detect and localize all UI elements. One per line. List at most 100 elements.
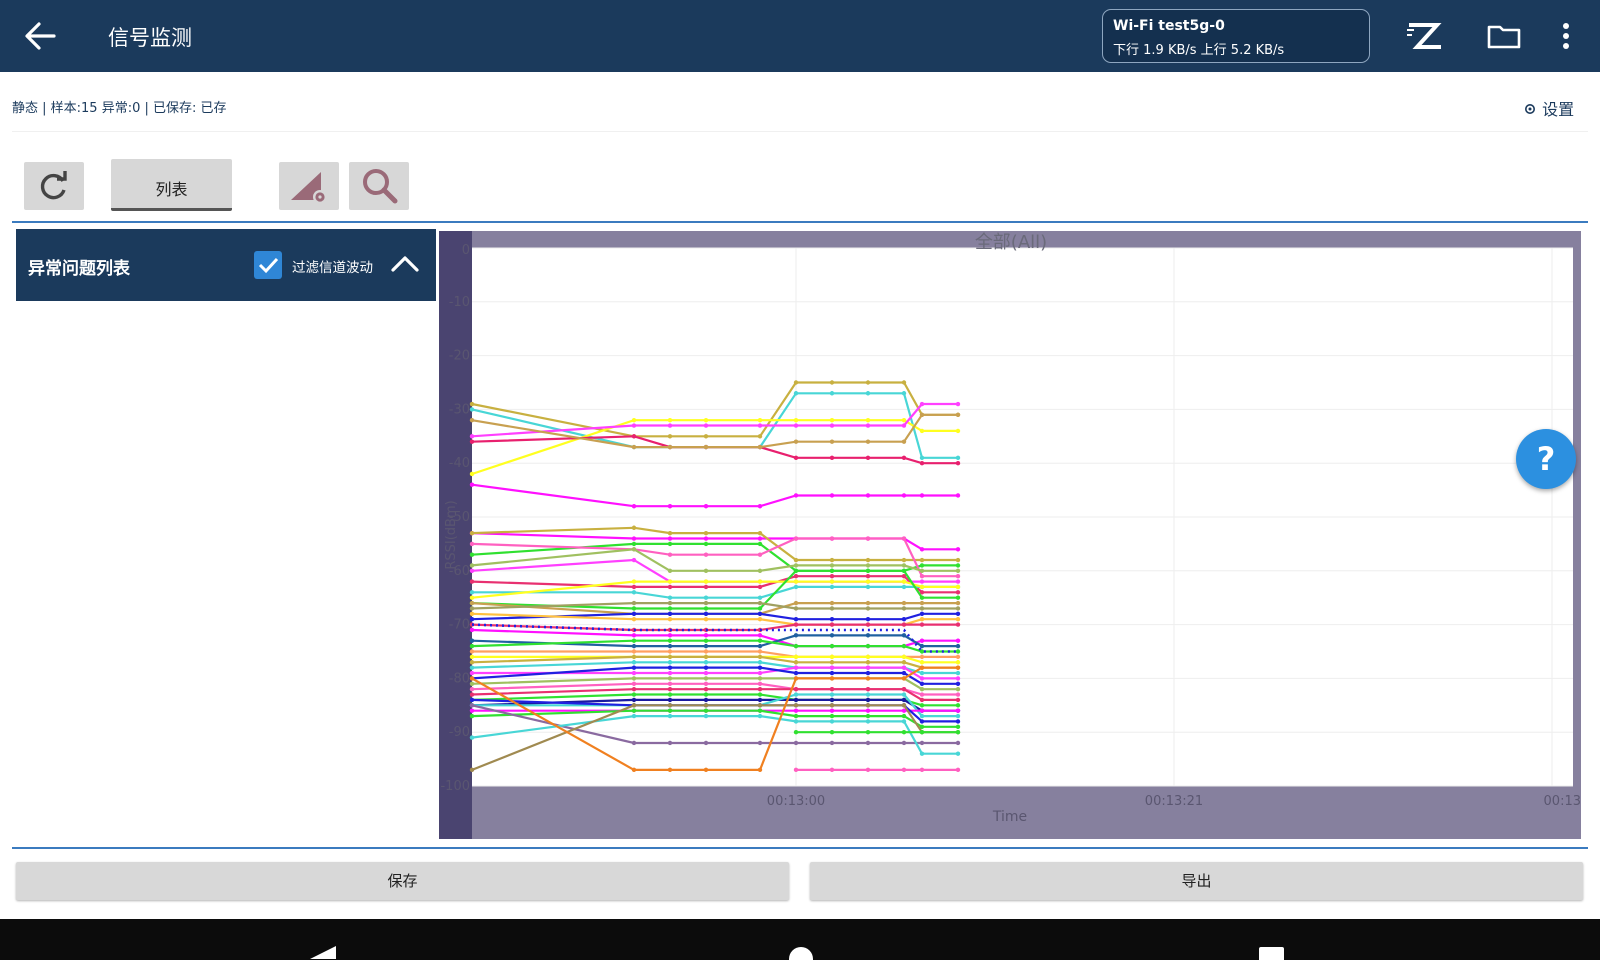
data-point (793, 697, 799, 703)
network-status-box[interactable]: Wi-Fi test5g-0 下行 1.9 KB/s 上行 5.2 KB/s (1102, 9, 1370, 63)
data-point (703, 708, 709, 713)
data-point (865, 665, 871, 670)
data-point (955, 649, 961, 654)
data-point (865, 692, 871, 697)
data-point (703, 703, 709, 708)
data-point (793, 654, 799, 660)
data-point (919, 713, 925, 719)
data-point (865, 670, 871, 676)
data-point (919, 676, 925, 681)
y-tick-label: -80 (449, 671, 470, 686)
data-point (955, 606, 961, 611)
data-point (703, 649, 709, 654)
folder-icon[interactable] (1484, 16, 1524, 56)
rssi-chart[interactable]: 0-10-20-30-40-50-60-70-80-90-10000:13:00… (439, 231, 1581, 839)
save-button[interactable]: 保存 (16, 862, 789, 900)
data-point (901, 740, 907, 746)
data-point (901, 439, 907, 444)
data-point (631, 740, 637, 746)
data-point (757, 670, 763, 676)
data-point (865, 703, 871, 708)
filter-checkbox[interactable] (254, 251, 282, 279)
data-point (865, 423, 871, 428)
list-tab-button[interactable]: 列表 (111, 159, 232, 211)
data-point (469, 713, 475, 719)
data-point (631, 444, 637, 450)
data-point (667, 423, 673, 428)
signal-settings-button[interactable] (279, 162, 339, 210)
help-button[interactable]: ? (1516, 429, 1576, 489)
divider (12, 131, 1588, 132)
data-point (829, 606, 835, 611)
toolbar-divider (12, 221, 1588, 223)
data-point (703, 665, 709, 670)
data-point (793, 713, 799, 719)
data-point (667, 686, 673, 692)
anomaly-list-title: 异常问题列表 (28, 259, 130, 279)
data-point (865, 493, 871, 498)
data-point (469, 692, 475, 697)
bottom-divider (12, 847, 1588, 849)
network-ssid: Wi-Fi test5g-0 (1113, 18, 1225, 34)
data-point (667, 676, 673, 681)
data-point (901, 380, 907, 385)
data-point (955, 547, 961, 552)
data-point (901, 697, 907, 703)
data-point (631, 697, 637, 703)
data-point (469, 471, 475, 477)
logo-z-icon[interactable] (1404, 16, 1444, 56)
data-point (829, 391, 835, 396)
data-point (703, 417, 709, 423)
data-point (955, 622, 961, 627)
nav-back-icon[interactable] (310, 946, 336, 959)
data-point (829, 643, 835, 649)
data-point (667, 579, 673, 584)
data-point (955, 584, 961, 590)
refresh-button[interactable] (24, 162, 84, 210)
data-point (955, 573, 961, 579)
data-point (829, 665, 835, 670)
back-arrow-icon[interactable] (20, 16, 60, 56)
data-point (703, 617, 709, 622)
data-point (901, 391, 907, 396)
nav-recents-icon[interactable] (1259, 947, 1284, 960)
data-point (469, 638, 475, 643)
data-point (631, 541, 637, 547)
data-point (631, 665, 637, 670)
data-point (667, 697, 673, 703)
settings-button[interactable]: 设置 (1523, 96, 1574, 120)
data-point (955, 681, 961, 686)
data-point (757, 584, 763, 590)
data-point (865, 654, 871, 660)
data-point (793, 493, 799, 498)
data-point (469, 401, 475, 407)
data-point (703, 633, 709, 638)
data-point (955, 568, 961, 573)
data-point (793, 536, 799, 541)
chevron-up-icon[interactable] (388, 247, 422, 281)
search-button[interactable] (349, 162, 409, 210)
data-point (955, 455, 961, 461)
data-point (667, 434, 673, 439)
data-point (793, 767, 799, 773)
data-point (919, 579, 925, 584)
data-point (793, 740, 799, 746)
data-point (955, 686, 961, 692)
more-vert-icon[interactable] (1548, 16, 1584, 56)
data-point (865, 563, 871, 568)
data-point (919, 428, 925, 434)
data-point (829, 455, 835, 461)
data-point (631, 504, 637, 509)
data-point (631, 579, 637, 584)
data-point (919, 595, 925, 600)
status-summary: 静态 | 样本:15 异常:0 | 已保存: 已存 (12, 101, 227, 116)
data-point (955, 708, 961, 713)
data-point (955, 617, 961, 622)
data-point (829, 697, 835, 703)
data-point (469, 703, 475, 708)
data-point (757, 541, 763, 547)
data-point (901, 536, 907, 541)
data-point (865, 557, 871, 563)
export-button[interactable]: 导出 (810, 862, 1583, 900)
nav-home-icon[interactable] (789, 947, 813, 960)
